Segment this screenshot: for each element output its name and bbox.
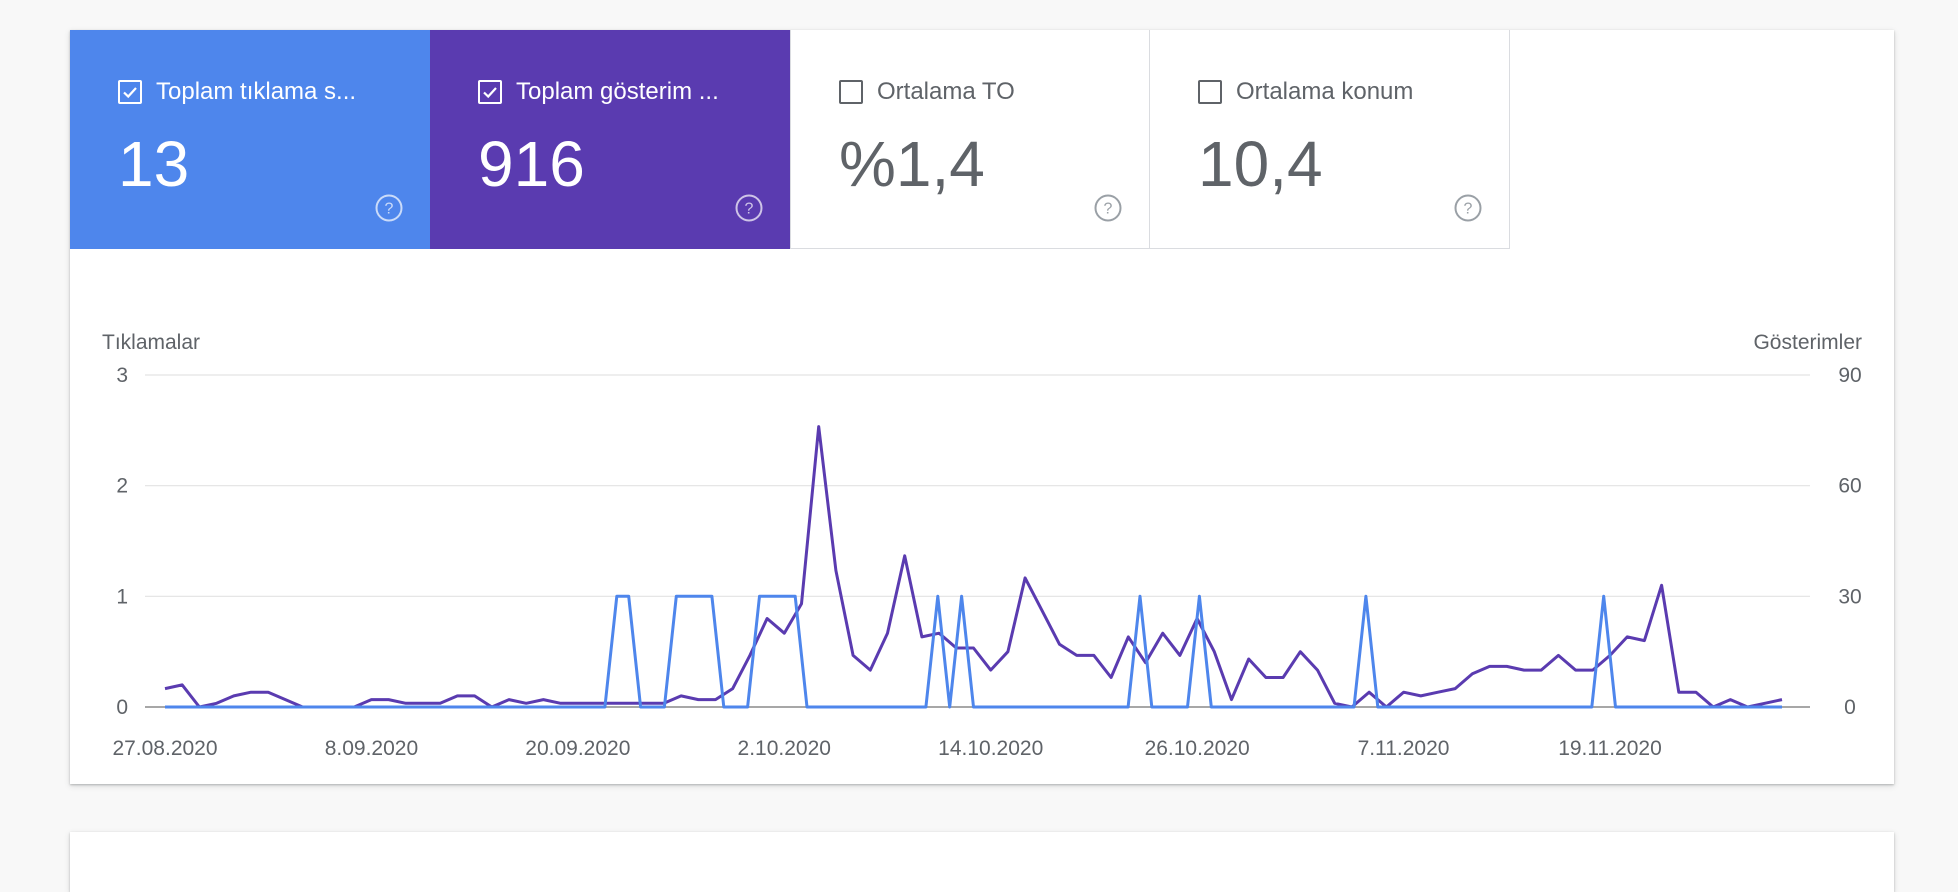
tile-header: Ortalama konum (1198, 78, 1488, 106)
help-circle-icon[interactable]: ? (734, 193, 764, 223)
tile-value: %1,4 (839, 128, 985, 200)
checkbox-icon[interactable] (1198, 80, 1222, 104)
tile-label: Toplam tıklama s... (156, 78, 357, 105)
checkbox-icon[interactable] (839, 80, 863, 104)
metric-tiles: Toplam tıklama s... 13 ? Toplam gösterim… (70, 30, 1510, 249)
tile-header: Toplam tıklama s... (118, 78, 408, 106)
x-tick-label: 19.11.2020 (1558, 737, 1662, 760)
x-tick-label: 8.09.2020 (325, 737, 418, 760)
help-circle-icon[interactable]: ? (374, 193, 404, 223)
x-tick-label: 27.08.2020 (112, 737, 217, 760)
series-line-clicks (165, 594, 1782, 709)
x-tick-label: 7.11.2020 (1358, 737, 1450, 760)
tile-total-clicks[interactable]: Toplam tıklama s... 13 ? (70, 30, 430, 249)
tile-header: Toplam gösterim ... (478, 78, 768, 106)
x-tick-label: 26.10.2020 (1145, 737, 1250, 760)
help-circle-icon[interactable]: ? (1453, 193, 1483, 223)
y-right-tick-label: 30 (1838, 585, 1861, 608)
svg-text:?: ? (1464, 201, 1473, 218)
y-right-tick-label: 0 (1844, 696, 1856, 719)
tile-value: 13 (118, 128, 190, 200)
chart-series (164, 425, 1783, 709)
checkbox-icon[interactable] (118, 80, 142, 104)
help-circle-icon[interactable]: ? (1093, 193, 1123, 223)
queries-card (70, 832, 1894, 892)
svg-text:?: ? (1104, 201, 1113, 218)
y-left-tick-label: 0 (116, 696, 128, 719)
tile-average-ctr[interactable]: Ortalama TO %1,4 ? (790, 30, 1150, 249)
tile-label: Ortalama konum (1236, 78, 1414, 105)
y-right-tick-label: 60 (1838, 475, 1861, 498)
svg-text:?: ? (745, 201, 754, 218)
y-axis-left-label: Tıklamalar (102, 331, 200, 354)
y-left-tick-label: 2 (116, 475, 128, 498)
performance-chart: Tıklamalar Gösterimler 0123030609027.08.… (102, 331, 1862, 760)
series-line-impressions (164, 425, 1783, 709)
y-axis-right-label: Gösterimler (1753, 331, 1862, 354)
y-left-tick-label: 3 (116, 364, 128, 387)
tile-value: 916 (478, 128, 585, 200)
tile-total-impressions[interactable]: Toplam gösterim ... 916 ? (430, 30, 790, 249)
checkbox-icon[interactable] (478, 80, 502, 104)
tile-header: Ortalama TO (839, 78, 1129, 106)
tile-label: Ortalama TO (877, 78, 1015, 105)
x-tick-label: 20.09.2020 (525, 737, 630, 760)
y-right-tick-label: 90 (1838, 364, 1861, 387)
tile-label: Toplam gösterim ... (516, 78, 719, 105)
tile-value: 10,4 (1198, 128, 1323, 200)
svg-text:?: ? (385, 201, 394, 218)
tile-average-position[interactable]: Ortalama konum 10,4 ? (1150, 30, 1510, 249)
performance-card: Toplam tıklama s... 13 ? Toplam gösterim… (70, 30, 1894, 784)
y-left-tick-label: 1 (116, 585, 128, 608)
x-tick-label: 2.10.2020 (738, 737, 831, 760)
x-tick-label: 14.10.2020 (938, 737, 1043, 760)
